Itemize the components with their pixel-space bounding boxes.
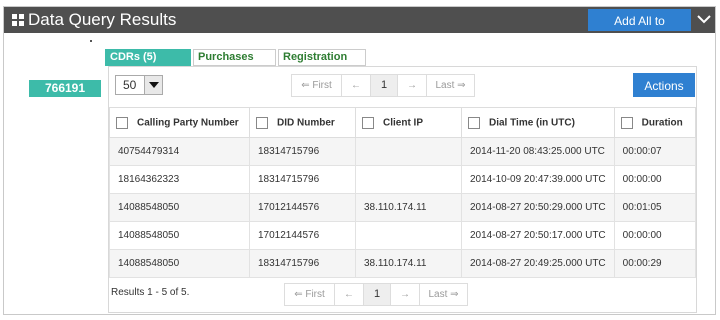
checkbox[interactable] xyxy=(256,116,268,129)
tab-registration[interactable]: Registration (1) xyxy=(278,49,366,78)
table-cell: 17012144576 xyxy=(249,193,356,222)
actions-label: Actions xyxy=(644,79,684,93)
table-cell: 2014-08-27 20:50:29.000 UTC xyxy=(461,193,615,222)
last-page-button[interactable]: Last ⇒ xyxy=(426,74,475,97)
table-cell: 2014-10-09 20:47:39.000 UTC xyxy=(461,165,615,194)
tab-cdrs[interactable]: CDRs (5) xyxy=(105,49,191,66)
table-cell: 00:00:29 xyxy=(613,249,697,278)
table-cell: 14088548050 xyxy=(109,221,250,250)
next-page-button[interactable]: → xyxy=(390,283,420,306)
column-header: DID Number xyxy=(249,107,356,138)
chevron-down-icon[interactable] xyxy=(697,14,711,24)
cdrs-tab-content: 50 ⇐ First ← 1 → Last ⇒ Actions Calling … xyxy=(108,66,697,313)
table-cell: 14088548050 xyxy=(109,193,250,222)
table-cell: 00:00:00 xyxy=(613,221,697,250)
table-header-row: Calling Party Number DID Number Client I… xyxy=(109,107,697,138)
page-size-value: 50 xyxy=(123,78,137,92)
table-cell: 40754479314 xyxy=(109,137,250,166)
next-page-button[interactable]: → xyxy=(397,74,427,97)
first-page-button[interactable]: ⇐ First xyxy=(291,74,342,97)
prev-page-button[interactable]: ← xyxy=(334,283,364,306)
checkbox[interactable] xyxy=(620,116,633,129)
table-cell: 2014-08-27 20:50:17.000 UTC xyxy=(461,221,615,250)
table-cell: 38.110.174.11 xyxy=(355,249,462,278)
current-page-button[interactable]: 1 xyxy=(370,74,398,97)
column-header: Client IP xyxy=(355,107,462,138)
grid-icon xyxy=(12,14,24,26)
table-cell: 00:00:00 xyxy=(613,165,697,194)
table-cell xyxy=(355,221,462,250)
table-cell: 18314715796 xyxy=(249,249,356,278)
actions-button[interactable]: Actions xyxy=(633,73,695,114)
checkbox[interactable] xyxy=(116,116,128,129)
current-page-button[interactable]: 1 xyxy=(363,283,391,306)
table-cell: 17012144576 xyxy=(249,221,356,250)
table-row[interactable]: 18164362323 18314715796 2014-10-09 20:47… xyxy=(109,165,697,194)
table-cell: 2014-08-27 20:49:25.000 UTC xyxy=(461,249,615,278)
pagination-top: ⇐ First ← 1 → Last ⇒ xyxy=(291,74,475,97)
checkbox[interactable] xyxy=(362,116,374,129)
table-cell: 38.110.174.11 xyxy=(355,193,462,222)
table-cell: 00:01:05 xyxy=(613,193,697,222)
first-page-button[interactable]: ⇐ First xyxy=(284,283,335,306)
panel-header: Data Query Results Add All to Delivery xyxy=(4,7,715,50)
table-cell: 14088548050 xyxy=(109,249,250,278)
page-title: Data Query Results xyxy=(28,10,177,29)
last-page-button[interactable]: Last ⇒ xyxy=(419,283,468,306)
page-size-select[interactable]: 50 xyxy=(115,75,163,95)
results-summary: Results 1 - 5 of 5. xyxy=(111,287,190,298)
table-row[interactable]: 14088548050 17012144576 2014-08-27 20:50… xyxy=(109,221,697,250)
decorative-dot xyxy=(90,40,92,42)
caret-down-icon[interactable] xyxy=(144,76,162,94)
column-header: Dial Time (in UTC) xyxy=(461,107,615,138)
column-header: Calling Party Number xyxy=(109,107,250,138)
table-row[interactable]: 14088548050 17012144576 38.110.174.11 20… xyxy=(109,193,697,222)
table-cell: 18164362323 xyxy=(109,165,250,194)
table-cell: 18314715796 xyxy=(249,165,356,194)
table-cell: 18314715796 xyxy=(249,137,356,166)
data-query-results-panel: Data Query Results Add All to Delivery 7… xyxy=(3,6,716,315)
column-header: Duration xyxy=(613,107,697,138)
table-row[interactable]: 14088548050 18314715796 38.110.174.11 20… xyxy=(109,249,697,278)
pagination-bottom: ⇐ First ← 1 → Last ⇒ xyxy=(284,283,468,306)
table-cell xyxy=(355,137,462,166)
results-table: Calling Party Number DID Number Client I… xyxy=(109,107,697,278)
table-cell xyxy=(355,165,462,194)
add-all-to-delivery-button[interactable]: Add All to Delivery xyxy=(588,9,691,50)
table-row[interactable]: 40754479314 18314715796 2014-11-20 08:43… xyxy=(109,137,697,166)
record-id-badge[interactable]: 766191 xyxy=(29,80,101,97)
table-cell: 00:00:07 xyxy=(613,137,697,166)
checkbox[interactable] xyxy=(468,116,480,129)
table-cell: 2014-11-20 08:43:25.000 UTC xyxy=(461,137,615,166)
prev-page-button[interactable]: ← xyxy=(341,74,371,97)
tab-purchases[interactable]: Purchases (37) xyxy=(193,49,276,78)
